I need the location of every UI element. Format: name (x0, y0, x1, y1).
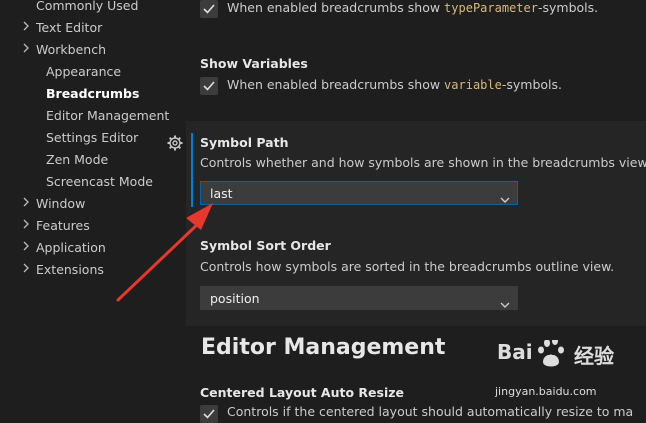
baidu-watermark: Bai du 经验 jingyan.baidu.com (492, 340, 642, 410)
toc-item-appearance[interactable]: Appearance (46, 64, 121, 79)
symbol-path-value: last (210, 186, 233, 201)
toc-item-settings-editor[interactable]: Settings Editor (46, 130, 138, 145)
watermark-brand-left: Bai (497, 340, 533, 364)
symbol-sort-order-title: Symbol Sort Order (200, 238, 331, 253)
settings-toc: Commonly Used Text Editor Workbench Appeara… (0, 0, 186, 413)
centered-layout-checkbox[interactable] (200, 405, 218, 423)
gear-icon[interactable] (166, 134, 184, 152)
toc-item-extensions[interactable]: Extensions (36, 262, 104, 277)
watermark-brand-cn: 经验 (574, 344, 614, 368)
chevron-right-icon[interactable] (22, 241, 34, 254)
toc-item-editor-management[interactable]: Editor Management (46, 108, 169, 123)
toc-item-zen-mode[interactable]: Zen Mode (46, 152, 108, 167)
type-parameter-checkbox[interactable] (200, 0, 218, 18)
chevron-down-icon (500, 189, 510, 208)
chevron-right-icon[interactable] (22, 43, 34, 56)
focus-indicator (191, 133, 193, 207)
show-variables-description: When enabled breadcrumbs show variable-s… (227, 77, 562, 92)
type-parameter-description: When enabled breadcrumbs show typeParame… (227, 0, 599, 15)
toc-item-commonly-used[interactable]: Commonly Used (36, 0, 138, 13)
chevron-down-icon (500, 294, 510, 313)
toc-item-window[interactable]: Window (36, 196, 85, 211)
toc-item-screencast-mode[interactable]: Screencast Mode (46, 174, 153, 189)
chevron-right-icon[interactable] (22, 219, 34, 232)
symbol-path-title: Symbol Path (200, 135, 289, 150)
symbol-path-description: Controls whether and how symbols are sho… (200, 155, 646, 170)
symbol-sort-order-description: Controls how symbols are sorted in the b… (200, 259, 615, 274)
toc-item-features[interactable]: Features (36, 218, 90, 233)
section-heading-editor-management: Editor Management (201, 335, 446, 360)
chevron-right-icon[interactable] (22, 21, 34, 34)
toc-item-workbench[interactable]: Workbench (36, 42, 106, 57)
toc-item-application[interactable]: Application (36, 240, 106, 255)
chevron-right-icon[interactable] (22, 197, 34, 210)
show-variables-title: Show Variables (200, 56, 308, 71)
toc-item-breadcrumbs[interactable]: Breadcrumbs (46, 86, 139, 101)
symbol-sort-order-select[interactable]: position (200, 286, 518, 310)
symbol-path-select[interactable]: last (200, 181, 518, 205)
show-variables-checkbox[interactable] (200, 77, 218, 95)
watermark-url: jingyan.baidu.com (495, 385, 597, 398)
symbol-sort-order-value: position (210, 291, 260, 306)
centered-layout-title: Centered Layout Auto Resize (200, 385, 404, 400)
chevron-right-icon[interactable] (22, 263, 34, 276)
toc-item-text-editor[interactable]: Text Editor (36, 20, 102, 35)
watermark-brand-paw: du (544, 348, 557, 358)
